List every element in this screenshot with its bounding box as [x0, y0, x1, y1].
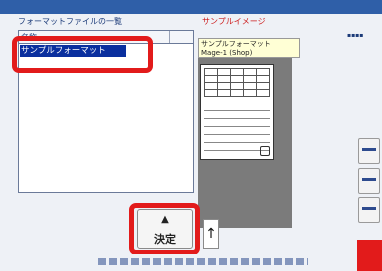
annotation-highlight-confirm-button: [129, 203, 200, 255]
preview-document-thumbnail: [200, 64, 274, 160]
window-title-bar: [0, 0, 382, 14]
preview-title-line1: サンプルフォーマット: [201, 40, 271, 48]
preview-title-box: サンプルフォーマット Mage-1 (Shop): [198, 38, 300, 58]
right-panel-label-icon: ▪▪▪▪: [347, 32, 364, 39]
side-button-3-icon: [362, 207, 376, 210]
column-divider[interactable]: [169, 31, 170, 43]
preview-caption: サンプルイメージ: [202, 17, 266, 26]
annotation-highlight-selected-item: [12, 36, 153, 73]
format-list-caption: フォーマットファイルの一覧: [18, 17, 122, 26]
preview-title-line2: Mage-1 (Shop): [201, 49, 253, 57]
status-text-placeholder: [98, 258, 308, 265]
side-button-2-icon: [362, 178, 376, 181]
side-button-1[interactable]: [358, 138, 380, 164]
preview-document-table: [204, 68, 270, 97]
status-bar: [0, 254, 355, 271]
annotation-red-marker: [357, 240, 382, 271]
preview-document-stamp-icon: [260, 146, 270, 156]
side-button-1-icon: [362, 148, 376, 151]
arrow-up-button[interactable]: ↑: [203, 219, 219, 249]
side-button-3[interactable]: [358, 197, 380, 223]
side-button-2[interactable]: [358, 168, 380, 194]
